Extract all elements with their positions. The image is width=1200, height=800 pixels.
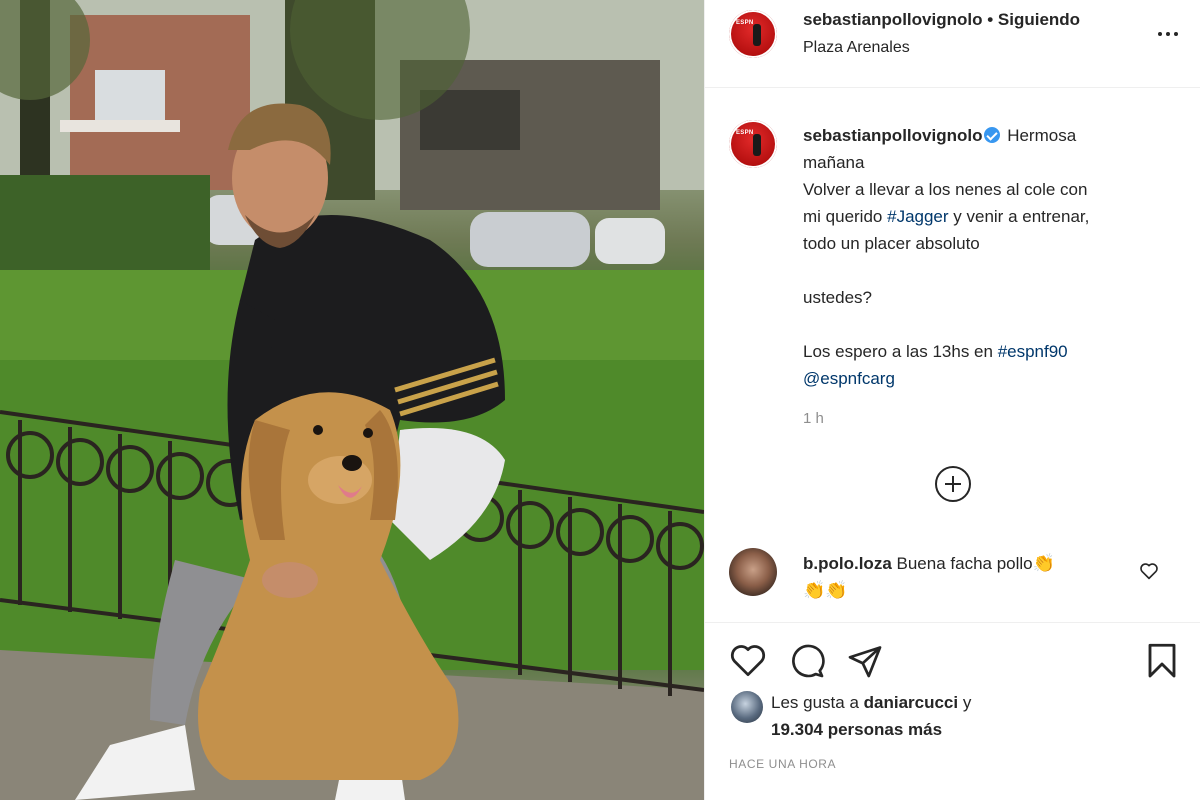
post-date[interactable]: HACE UNA HORA — [729, 757, 836, 771]
caption-line-2: mañana — [803, 153, 865, 172]
following-button[interactable]: Siguiendo — [998, 10, 1080, 29]
post-header: ESPN sebastianpollovignolo • Siguiendo P… — [705, 0, 1200, 88]
add-comment-icon[interactable] — [935, 466, 971, 502]
mention-espnfcarg-link[interactable]: @espnfcarg — [803, 365, 1175, 392]
caption-line-3: Volver a llevar a los nenes al cole con — [803, 180, 1088, 199]
caption: sebastianpollovignolo Hermosa mañana Vol… — [803, 122, 1175, 392]
header-user-line: sebastianpollovignolo • Siguiendo — [803, 10, 1080, 30]
heart-icon[interactable] — [729, 643, 767, 677]
caption-line-1: Hermosa — [1007, 126, 1077, 145]
caption-line-7-pre: Los espero a las 13hs en — [803, 342, 998, 361]
caption-timestamp[interactable]: 1 h — [803, 410, 824, 427]
post-side-panel: ESPN sebastianpollovignolo • Siguiendo P… — [704, 0, 1200, 800]
clap-emoji: 👏 — [825, 580, 848, 600]
share-icon[interactable] — [847, 643, 883, 679]
clap-emoji: 👏 — [1032, 553, 1056, 573]
post-actions-section: Les gusta a daniarcucci y 19.304 persona… — [705, 622, 1200, 800]
commenter-username-link[interactable]: b.polo.loza — [803, 554, 892, 573]
more-icon — [1158, 32, 1162, 36]
clap-emoji: 👏 — [803, 580, 826, 600]
comment-like-heart-icon[interactable] — [1139, 562, 1159, 580]
hashtag-espnf90-link[interactable]: #espnf90 — [998, 342, 1068, 361]
verified-icon — [984, 127, 1001, 143]
photo-illustration — [0, 0, 704, 800]
caption-line-5: todo un placer absoluto — [803, 234, 980, 253]
location-link[interactable]: Plaza Arenales — [803, 39, 910, 57]
likes-mid: y — [958, 693, 972, 712]
commenter-avatar[interactable] — [729, 548, 777, 596]
caption-author-avatar[interactable]: ESPN — [729, 120, 777, 168]
separator-dot: • — [987, 10, 994, 29]
liker-avatar[interactable] — [731, 691, 763, 723]
bookmark-icon[interactable] — [1145, 643, 1179, 679]
caption-line-6: ustedes? — [803, 288, 872, 307]
caption-username-link[interactable]: sebastianpollovignolo — [803, 126, 982, 145]
hashtag-jagger-link[interactable]: #Jagger — [887, 207, 948, 226]
likes-summary: Les gusta a daniarcucci y 19.304 persona… — [771, 689, 1071, 743]
caption-line-4-post: y venir a entrenar, — [948, 207, 1090, 226]
more-options-button[interactable] — [1155, 24, 1181, 44]
comment: b.polo.loza Buena facha pollo👏 👏👏 — [803, 550, 1123, 604]
caption-line-4-pre: mi querido — [803, 207, 888, 226]
post-photo[interactable] — [0, 0, 704, 800]
comment-body: Buena facha pollo — [896, 554, 1033, 573]
author-username-link[interactable]: sebastianpollovignolo — [803, 10, 982, 29]
likes-prefix: Les gusta a — [771, 693, 864, 712]
comment-icon[interactable] — [789, 643, 825, 679]
author-avatar[interactable]: ESPN — [729, 10, 777, 58]
liker-username-link[interactable]: daniarcucci — [864, 693, 959, 712]
likes-count-link[interactable]: 19.304 personas más — [771, 720, 942, 739]
